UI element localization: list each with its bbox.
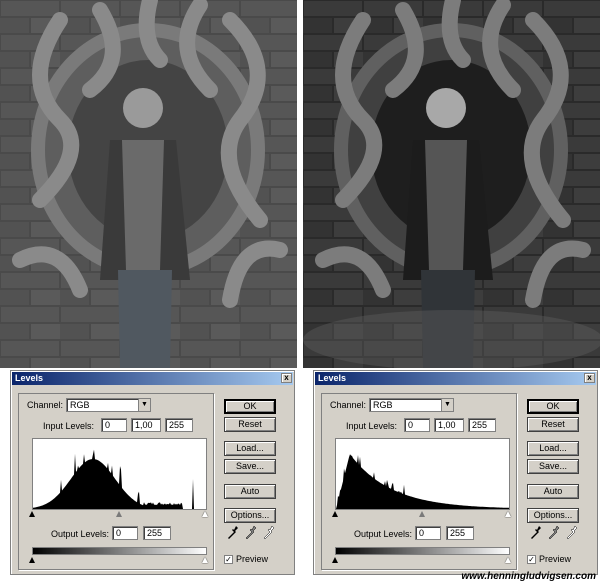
input-black-handle[interactable] — [332, 511, 338, 517]
ok-button[interactable]: OK — [527, 399, 579, 414]
input-gamma-field[interactable]: 1,00 — [131, 418, 161, 432]
photo-before-illustration — [0, 0, 297, 368]
load-button[interactable]: Load... — [224, 441, 276, 456]
options-button[interactable]: Options... — [224, 508, 276, 523]
output-black-field[interactable]: 0 — [112, 526, 138, 540]
eyedropper-gray-icon[interactable] — [548, 525, 560, 541]
photo-after — [303, 0, 600, 368]
eyedropper-black-icon[interactable] — [530, 525, 542, 541]
dialog-titlebar[interactable]: Levels x — [12, 372, 293, 385]
histogram-area — [336, 454, 509, 509]
levels-dialog-right: Levels x Channel: RGB ▼ Input Levels: 0 … — [313, 370, 598, 575]
input-black-handle[interactable] — [29, 511, 35, 517]
input-gamma-field[interactable]: 1,00 — [434, 418, 464, 432]
output-black-handle[interactable] — [332, 557, 338, 563]
dialog-title: Levels — [15, 373, 44, 383]
input-gamma-handle[interactable] — [419, 511, 425, 517]
chevron-down-icon: ▼ — [138, 399, 150, 411]
chevron-down-icon: ▼ — [441, 399, 453, 411]
eyedropper-white-icon[interactable] — [566, 525, 578, 541]
input-white-handle[interactable] — [505, 511, 511, 517]
options-button[interactable]: Options... — [527, 508, 579, 523]
input-levels-label: Input Levels: — [346, 421, 398, 431]
levels-dialog-left: Levels x Channel: RGB ▼ Input Levels: 0 … — [10, 370, 295, 575]
eyedropper-gray-icon[interactable] — [245, 525, 257, 541]
photo-before — [0, 0, 297, 368]
preview-label: Preview — [539, 554, 572, 564]
load-button[interactable]: Load... — [527, 441, 579, 456]
eyedropper-white-icon[interactable] — [263, 525, 275, 541]
channel-value: RGB — [70, 400, 90, 410]
input-gamma-handle[interactable] — [116, 511, 122, 517]
input-white-field[interactable]: 255 — [468, 418, 496, 432]
input-levels-label: Input Levels: — [43, 421, 95, 431]
preview-checkbox[interactable]: ✓ Preview — [527, 554, 572, 565]
output-slider[interactable] — [29, 557, 208, 565]
channel-select[interactable]: RGB ▼ — [369, 398, 454, 412]
reset-button[interactable]: Reset — [224, 417, 276, 432]
output-slider[interactable] — [332, 557, 511, 565]
input-white-handle[interactable] — [202, 511, 208, 517]
channel-value: RGB — [373, 400, 393, 410]
ok-button[interactable]: OK — [224, 399, 276, 414]
channel-select[interactable]: RGB ▼ — [66, 398, 151, 412]
output-black-field[interactable]: 0 — [415, 526, 441, 540]
output-levels-label: Output Levels: — [354, 529, 413, 539]
output-levels-label: Output Levels: — [51, 529, 110, 539]
histogram-area — [33, 449, 206, 509]
input-black-field[interactable]: 0 — [101, 418, 127, 432]
output-white-handle[interactable] — [202, 557, 208, 563]
preview-label: Preview — [236, 554, 269, 564]
preview-checkbox[interactable]: ✓ Preview — [224, 554, 269, 565]
levels-group: Channel: RGB ▼ Input Levels: 0 1,00 255 … — [18, 393, 214, 570]
input-slider[interactable] — [29, 511, 208, 519]
input-slider[interactable] — [332, 511, 511, 519]
histogram-graph — [336, 454, 509, 509]
save-button[interactable]: Save... — [224, 459, 276, 474]
input-white-field[interactable]: 255 — [165, 418, 193, 432]
output-white-handle[interactable] — [505, 557, 511, 563]
reset-button[interactable]: Reset — [527, 417, 579, 432]
checkmark-icon[interactable]: ✓ — [527, 555, 536, 565]
histogram — [335, 438, 510, 510]
output-gradient — [32, 547, 207, 555]
channel-label: Channel: — [330, 400, 367, 410]
close-icon[interactable]: x — [281, 373, 292, 383]
channel-label: Channel: — [27, 400, 64, 410]
eyedropper-black-icon[interactable] — [227, 525, 239, 541]
output-gradient — [335, 547, 510, 555]
levels-group: Channel: RGB ▼ Input Levels: 0 1,00 255 … — [321, 393, 517, 570]
dialog-titlebar[interactable]: Levels x — [315, 372, 596, 385]
input-black-field[interactable]: 0 — [404, 418, 430, 432]
watermark: www.henningludvigsen.com — [461, 571, 596, 582]
auto-button[interactable]: Auto — [224, 484, 276, 499]
output-black-handle[interactable] — [29, 557, 35, 563]
photo-after-illustration — [303, 0, 600, 368]
dialog-title: Levels — [318, 373, 347, 383]
auto-button[interactable]: Auto — [527, 484, 579, 499]
output-white-field[interactable]: 255 — [143, 526, 171, 540]
histogram-graph — [33, 449, 206, 509]
checkmark-icon[interactable]: ✓ — [224, 555, 233, 565]
histogram — [32, 438, 207, 510]
output-white-field[interactable]: 255 — [446, 526, 474, 540]
close-icon[interactable]: x — [584, 373, 595, 383]
save-button[interactable]: Save... — [527, 459, 579, 474]
